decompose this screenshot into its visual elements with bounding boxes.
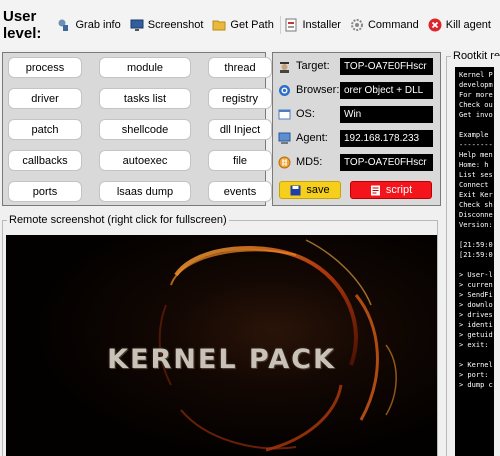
module-button[interactable]: module (99, 57, 191, 78)
kernel-pack-logo: KERNEL PACK (107, 344, 336, 375)
target-label: Target: (296, 60, 330, 72)
agent-label: Agent: (296, 132, 328, 144)
hash-icon (278, 156, 291, 169)
file-button[interactable]: file (208, 150, 272, 171)
grab-info-label: Grab info (75, 19, 121, 31)
toolbar-separator (279, 16, 281, 34)
remote-screenshot-title: Remote screenshot (right click for fulls… (7, 214, 229, 226)
screenshot-button[interactable]: Screenshot (130, 18, 204, 32)
monitor-icon (130, 18, 144, 32)
grab-info-button[interactable]: Grab info (57, 18, 121, 32)
floppy-icon (290, 185, 301, 196)
dll-inject-button[interactable]: dll Inject (208, 119, 272, 140)
get-path-label: Get Path (230, 19, 274, 31)
get-path-button[interactable]: Get Path (212, 18, 274, 32)
target-row: Target: TOP-OA7E0FHscr (278, 57, 433, 75)
toolbar: User level: Grab info Screenshot Get Pat… (0, 0, 500, 50)
script-icon (370, 185, 381, 196)
md5-value[interactable]: TOP-OA7E0FHscr (340, 153, 433, 171)
os-label: OS: (296, 108, 315, 120)
computer-icon (278, 132, 291, 145)
script-button[interactable]: script (350, 181, 432, 199)
grab-info-icon (57, 18, 71, 32)
rootkit-remote-group: Rootkit rem Kernel PdevelopmFor moreChec… (446, 50, 500, 456)
window-icon (278, 108, 291, 121)
patch-button[interactable]: patch (8, 119, 82, 140)
agent-row: Agent: 192.168.178.233 (278, 129, 433, 147)
target-value[interactable]: TOP-OA7E0FHscr (340, 57, 433, 75)
command-panel: process module thread driver tasks list … (2, 52, 272, 206)
kill-agent-label: Kill agent (445, 19, 491, 31)
callbacks-button[interactable]: callbacks (8, 150, 82, 171)
gear-icon (350, 18, 364, 32)
save-button[interactable]: save (279, 181, 341, 199)
shellcode-button[interactable]: shellcode (99, 119, 191, 140)
md5-row: MD5: TOP-OA7E0FHscr (278, 153, 433, 171)
kill-agent-button[interactable]: Kill agent (428, 18, 491, 32)
agent-value[interactable]: 192.168.178.233 (340, 129, 433, 147)
browser-value[interactable]: orer Object + DLL (340, 81, 433, 99)
os-value[interactable]: Win (340, 105, 433, 123)
events-button[interactable]: events (208, 181, 272, 202)
tasks-list-button[interactable]: tasks list (99, 88, 191, 109)
command-grid: process module thread driver tasks list … (8, 57, 272, 202)
installer-button[interactable]: Installer (284, 18, 341, 32)
spy-icon (278, 60, 291, 73)
browser-row: Browser: orer Object + DLL (278, 81, 433, 99)
user-level-label: User level: (3, 8, 42, 42)
command-button[interactable]: Command (350, 18, 419, 32)
remote-screenshot-group: Remote screenshot (right click for fulls… (2, 214, 438, 456)
browser-icon (278, 84, 291, 97)
console-scrollbar[interactable] (494, 56, 500, 456)
ports-button[interactable]: ports (8, 181, 82, 202)
folder-icon (212, 18, 226, 32)
md5-label: MD5: (296, 156, 323, 168)
registry-button[interactable]: registry (208, 88, 272, 109)
installer-icon (284, 18, 298, 32)
browser-label: Browser: (296, 84, 340, 96)
process-button[interactable]: process (8, 57, 82, 78)
thread-button[interactable]: thread (208, 57, 272, 78)
kill-icon (428, 18, 442, 32)
os-row: OS: Win (278, 105, 433, 123)
driver-button[interactable]: driver (8, 88, 82, 109)
installer-label: Installer (302, 19, 341, 31)
script-label: script (385, 184, 413, 196)
save-label: save (306, 184, 330, 196)
lsaas-dump-button[interactable]: lsaas dump (99, 181, 191, 202)
rootkit-remote-title: Rootkit rem (451, 50, 500, 62)
autoexec-button[interactable]: autoexec (99, 150, 191, 171)
agent-info-panel: Target: TOP-OA7E0FHscr Browser: orer Obj… (272, 52, 441, 206)
screenshot-label: Screenshot (147, 19, 204, 31)
command-label: Command (367, 19, 419, 31)
remote-screenshot-image[interactable]: KERNEL PACK (6, 235, 437, 456)
